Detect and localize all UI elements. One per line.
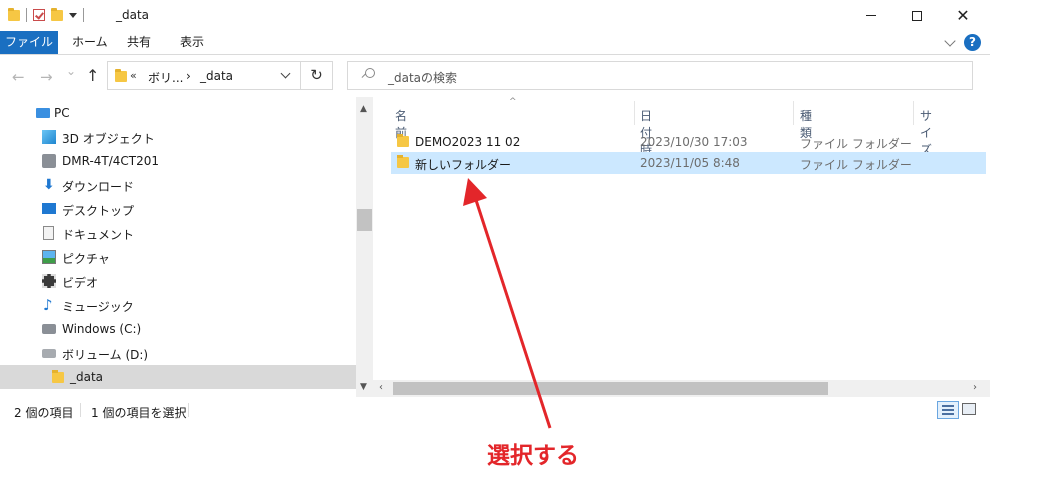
annotation-arrow	[463, 178, 552, 429]
annotation-label: 選択する	[487, 443, 579, 469]
arrow-head	[463, 178, 487, 206]
arrow-shaft	[474, 199, 552, 429]
